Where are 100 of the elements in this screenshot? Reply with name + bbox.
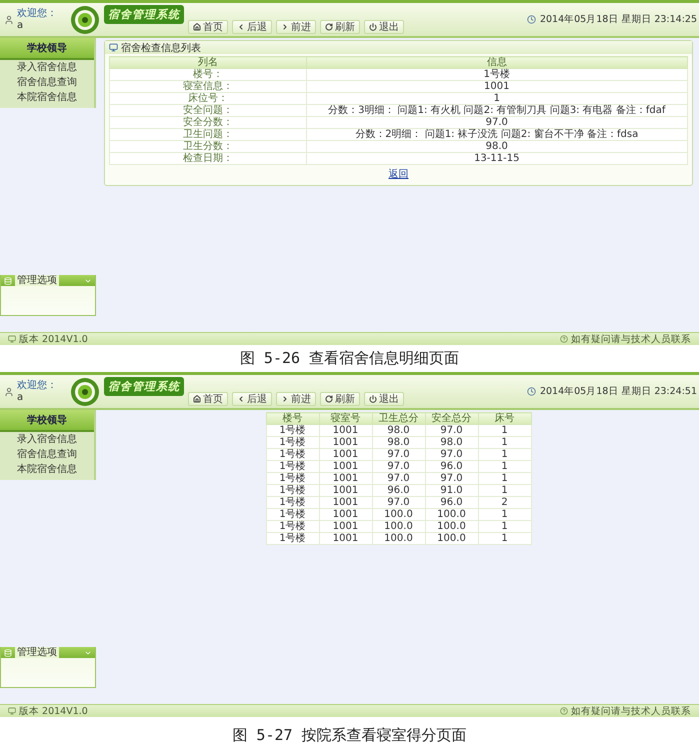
- table-cell: 寝室信息：: [110, 80, 306, 92]
- table-cell: 1001: [319, 472, 372, 484]
- nav-button[interactable]: 首页: [188, 392, 228, 406]
- table-cell: 1号楼: [266, 496, 319, 508]
- chevron-left-icon: [237, 395, 245, 403]
- table-cell: 1: [478, 472, 531, 484]
- chevron-right-icon: [281, 395, 289, 403]
- table-cell: 1号楼: [266, 484, 319, 496]
- table-cell: 1号楼: [306, 68, 688, 80]
- chevron-right-icon: [281, 23, 289, 31]
- power-icon: [369, 395, 377, 403]
- nav-button[interactable]: 前进: [276, 20, 316, 34]
- nav-button[interactable]: 刷新: [320, 392, 360, 406]
- table-cell: 98.0: [372, 424, 425, 436]
- column-header: 安全总分: [425, 412, 478, 424]
- table-cell: 卫生分数：: [110, 140, 306, 152]
- monitor-icon: [8, 707, 16, 715]
- table-cell: 1001: [319, 508, 372, 520]
- table-cell: 楼号：: [110, 68, 306, 80]
- monitor-icon: [8, 335, 16, 343]
- database-icon: [4, 276, 12, 284]
- table-cell: 1001: [319, 460, 372, 472]
- window-icon: [109, 43, 118, 52]
- version-label: 版本 2014V1.0: [19, 704, 88, 718]
- table-cell: 100.0: [425, 532, 478, 544]
- target-logo-icon: [70, 376, 100, 406]
- table-cell: 1: [478, 460, 531, 472]
- table-cell: 100.0: [372, 532, 425, 544]
- help-note: 如有疑问请与技术人员联系: [571, 704, 691, 718]
- table-cell: 1号楼: [266, 520, 319, 532]
- sidebar-item[interactable]: 录入宿舍信息: [0, 432, 94, 447]
- table-cell: 1: [478, 508, 531, 520]
- table-cell: 1: [478, 532, 531, 544]
- table-cell: 1: [478, 436, 531, 448]
- table-cell: 98.0: [306, 140, 688, 152]
- sidebar-item[interactable]: 宿舍信息查询: [0, 447, 94, 462]
- help-note: 如有疑问请与技术人员联系: [571, 332, 691, 346]
- table-cell: 1001: [319, 424, 372, 436]
- table-cell: 97.0: [372, 472, 425, 484]
- table-cell: 97.0: [372, 460, 425, 472]
- panel-title: 管理选项: [15, 647, 59, 658]
- nav-button[interactable]: 首页: [188, 20, 228, 34]
- table-cell: 1号楼: [266, 460, 319, 472]
- sidebar-title: 学校领导: [0, 38, 94, 60]
- card-title: 宿舍检查信息列表: [121, 42, 201, 54]
- help-icon: [560, 335, 568, 343]
- table-cell: 分数：3明细： 问题1: 有火机 问题2: 有管制刀具 问题3: 有电器 备注：fdaf: [306, 104, 688, 116]
- sidebar-item[interactable]: 宿舍信息查询: [0, 75, 94, 90]
- user-icon: [4, 14, 14, 24]
- table-cell: 97.0: [425, 424, 478, 436]
- welcome-label: 欢迎您：: [17, 8, 57, 20]
- table-cell: 96.0: [425, 496, 478, 508]
- column-header: 楼号: [266, 412, 319, 424]
- panel-title: 管理选项: [15, 275, 59, 286]
- table-cell: 1号楼: [266, 448, 319, 460]
- table-cell: 97.0: [425, 448, 478, 460]
- refresh-icon: [325, 395, 333, 403]
- nav-button[interactable]: 刷新: [320, 20, 360, 34]
- table-cell: 1001: [319, 532, 372, 544]
- nav-button[interactable]: 前进: [276, 392, 316, 406]
- welcome-label: 欢迎您：: [17, 380, 57, 392]
- app-title: 宿舍管理系统: [104, 5, 184, 24]
- user-icon: [4, 386, 14, 396]
- column-header: 信息: [306, 56, 688, 68]
- nav-button[interactable]: 后退: [232, 392, 272, 406]
- table-cell: 100.0: [425, 520, 478, 532]
- table-cell: 安全分数：: [110, 116, 306, 128]
- table-cell: 96.0: [425, 460, 478, 472]
- table-cell: 98.0: [425, 436, 478, 448]
- date-time: 2014年05月18日 星期日 23:14:25: [540, 13, 697, 26]
- back-link[interactable]: 返回: [388, 167, 408, 181]
- nav-button[interactable]: 退出: [364, 20, 404, 34]
- table-cell: 98.0: [372, 436, 425, 448]
- table-cell: 97.0: [306, 116, 688, 128]
- target-logo-icon: [70, 4, 100, 34]
- table-cell: 安全问题：: [110, 104, 306, 116]
- table-cell: 1: [478, 448, 531, 460]
- clock-icon: [526, 387, 536, 396]
- table-cell: 1001: [319, 520, 372, 532]
- table-cell: 1: [478, 520, 531, 532]
- nav-button[interactable]: 后退: [232, 20, 272, 34]
- nav-button[interactable]: 退出: [364, 392, 404, 406]
- user-name: a: [17, 392, 24, 404]
- table-cell: 床位号：: [110, 92, 306, 104]
- table-cell: 1: [306, 92, 688, 104]
- table-cell: 96.0: [372, 484, 425, 496]
- sidebar-item[interactable]: 录入宿舍信息: [0, 60, 94, 75]
- table-cell: 97.0: [372, 448, 425, 460]
- sidebar-item[interactable]: 本院宿舍信息: [0, 90, 94, 105]
- table-cell: 检查日期：: [110, 152, 306, 164]
- table-cell: 2: [478, 496, 531, 508]
- sidebar-item[interactable]: 本院宿舍信息: [0, 462, 94, 477]
- database-icon: [4, 648, 12, 656]
- table-cell: 13-11-15: [306, 152, 688, 164]
- clock-icon: [526, 15, 536, 24]
- table-cell: 1: [478, 424, 531, 436]
- power-icon: [369, 23, 377, 31]
- column-header: 卫生总分: [372, 412, 425, 424]
- home-icon: [193, 395, 201, 403]
- help-icon: [560, 707, 568, 715]
